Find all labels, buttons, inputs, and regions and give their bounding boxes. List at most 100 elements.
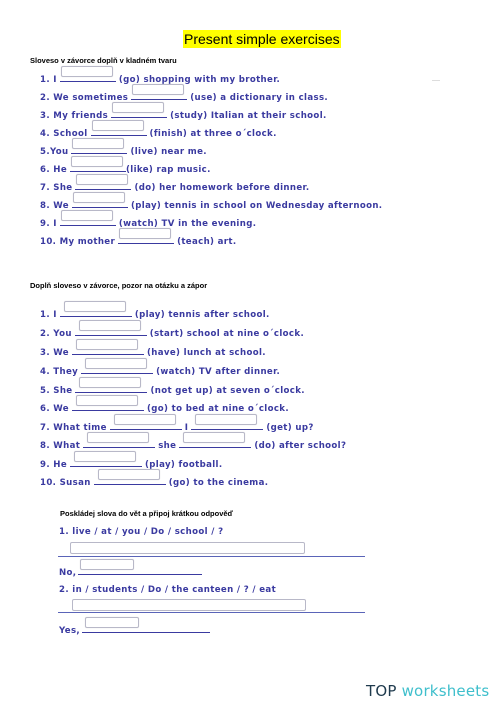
answer-input[interactable]	[119, 228, 172, 239]
exercise1-row: 1. I (go) shopping with my brother.	[40, 66, 280, 85]
answer-input[interactable]	[87, 432, 150, 443]
short-answer-row: Yes,	[59, 617, 213, 636]
answer-input[interactable]	[76, 174, 129, 185]
exercise1-row: 4. School (finish) at three o´clock.	[40, 120, 277, 139]
row-suffix: (teach) art.	[177, 237, 237, 247]
exercise2-row: 10. Susan (go) to the cinema.	[40, 469, 269, 488]
answer-blank	[59, 210, 116, 226]
logo-worksheets: worksheets	[401, 682, 490, 700]
short-answer-input[interactable]	[85, 617, 140, 628]
answer-blank	[75, 377, 148, 393]
row-suffix: (study) Italian at their school.	[170, 111, 327, 121]
row-prefix: 7. She	[40, 183, 73, 193]
exercise2-row: 5. She (not get up) at seven o´clock.	[40, 377, 305, 396]
decorative-dash	[432, 80, 440, 81]
answer-input[interactable]	[78, 320, 141, 331]
exercise2-row: 9. He (play) football.	[40, 451, 222, 470]
answer-blank	[179, 432, 252, 448]
scramble-prompt: 1. live / at / you / Do / school / ?	[59, 527, 224, 537]
section2-heading: Doplň sloveso v závorce, pozor na otázku…	[30, 281, 208, 290]
scramble-prompt: 2. in / students / Do / the canteen / ? …	[59, 585, 277, 595]
row-prefix: 5. She	[40, 386, 73, 396]
row-suffix: (have) lunch at school.	[147, 348, 266, 358]
short-answer-row: No,	[59, 559, 205, 578]
row-suffix: (not get up) at seven o´clock.	[150, 386, 305, 396]
answer-input[interactable]	[91, 120, 144, 131]
section1-heading: Sloveso v závorce doplň v kladném tvaru	[30, 56, 177, 65]
row-suffix: (do) after school?	[254, 441, 347, 451]
answer-input-2[interactable]	[195, 414, 258, 425]
answer-input-2[interactable]	[183, 432, 246, 443]
row-prefix: 6. He	[40, 165, 68, 175]
exercise2-row: 1. I (play) tennis after school.	[40, 301, 270, 320]
answer-blank	[81, 358, 154, 374]
answer-input[interactable]	[112, 102, 165, 113]
answer-line	[58, 556, 365, 557]
sentence-input[interactable]	[70, 542, 305, 554]
row-suffix: (start) school at nine o´clock.	[149, 329, 305, 339]
answer-blank	[59, 301, 132, 317]
row-suffix: (watch) TV after dinner.	[156, 367, 281, 377]
row-middle: she	[158, 441, 177, 451]
answer-input[interactable]	[113, 414, 176, 425]
exercise2-row: 6. We (go) to bed at nine o´clock.	[40, 395, 289, 414]
row-prefix: 1. I	[40, 310, 57, 320]
answer-input[interactable]	[73, 192, 125, 203]
answer-blank	[90, 120, 147, 136]
exercise2-row: 3. We (have) lunch at school.	[40, 339, 266, 358]
row-suffix: (use) a dictionary in class.	[190, 93, 329, 103]
row-suffix: (live) near me.	[130, 147, 207, 157]
answer-input[interactable]	[71, 156, 124, 167]
row-prefix: 4. They	[40, 367, 79, 377]
topworksheets-logo: TOP worksheets	[366, 682, 489, 700]
row-prefix: 9. I	[40, 219, 57, 229]
answer-input[interactable]	[60, 210, 113, 221]
row-prefix: 1. I	[40, 75, 57, 85]
row-prefix: 9. He	[40, 460, 68, 470]
exercise2-row: 4. They (watch) TV after dinner.	[40, 358, 281, 377]
answer-blank	[111, 102, 168, 118]
answer-blank	[78, 559, 203, 575]
exercise1-row: 2. We sometimes (use) a dictionary in cla…	[40, 84, 329, 103]
answer-blank	[71, 138, 128, 154]
answer-input[interactable]	[76, 395, 138, 406]
row-prefix: 10. My mother	[40, 237, 116, 247]
answer-input[interactable]	[97, 469, 160, 480]
answer-line	[58, 612, 365, 613]
answer-input[interactable]	[72, 138, 125, 149]
answer-input[interactable]	[60, 66, 113, 77]
row-suffix: (get) up?	[266, 423, 314, 433]
exercise1-row: 3. My friends (study) Italian at their sc…	[40, 102, 327, 121]
short-answer-label: Yes,	[59, 626, 81, 636]
answer-blank	[72, 192, 128, 208]
answer-blank	[59, 66, 116, 82]
row-prefix: 3. We	[40, 348, 69, 358]
row-prefix: 6. We	[40, 404, 69, 414]
worksheet-title: Present simple exercises	[183, 30, 341, 48]
exercise1-row: 9. I (watch) TV in the evening.	[40, 210, 256, 229]
answer-input[interactable]	[85, 358, 148, 369]
answer-blank	[72, 395, 144, 411]
row-suffix: (finish) at three o´clock.	[149, 129, 277, 139]
row-suffix: (like) rap music.	[126, 165, 211, 175]
row-suffix: (go) to the cinema.	[168, 478, 269, 488]
answer-blank	[131, 84, 188, 100]
answer-input[interactable]	[76, 339, 138, 350]
answer-input[interactable]	[79, 377, 142, 388]
short-answer-input[interactable]	[80, 559, 135, 570]
exercise1-row: 8. We (play) tennis in school on Wednesda…	[40, 192, 383, 211]
answer-blank	[83, 432, 156, 448]
answer-blank	[72, 339, 144, 355]
answer-input[interactable]	[74, 451, 137, 462]
row-suffix: (play) tennis after school.	[134, 310, 270, 320]
answer-blank	[93, 469, 166, 485]
answer-input[interactable]	[132, 84, 185, 95]
exercise2-row: 7. What time I (get) up?	[40, 414, 314, 433]
row-suffix: (play) tennis in school on Wednesday aft…	[131, 201, 383, 211]
sentence-input[interactable]	[72, 599, 306, 611]
logo-top: TOP	[366, 682, 397, 700]
answer-blank	[109, 414, 182, 430]
answer-input[interactable]	[63, 301, 126, 312]
exercise1-row: 6. He (like) rap music.	[40, 156, 211, 175]
answer-blank	[191, 414, 264, 430]
